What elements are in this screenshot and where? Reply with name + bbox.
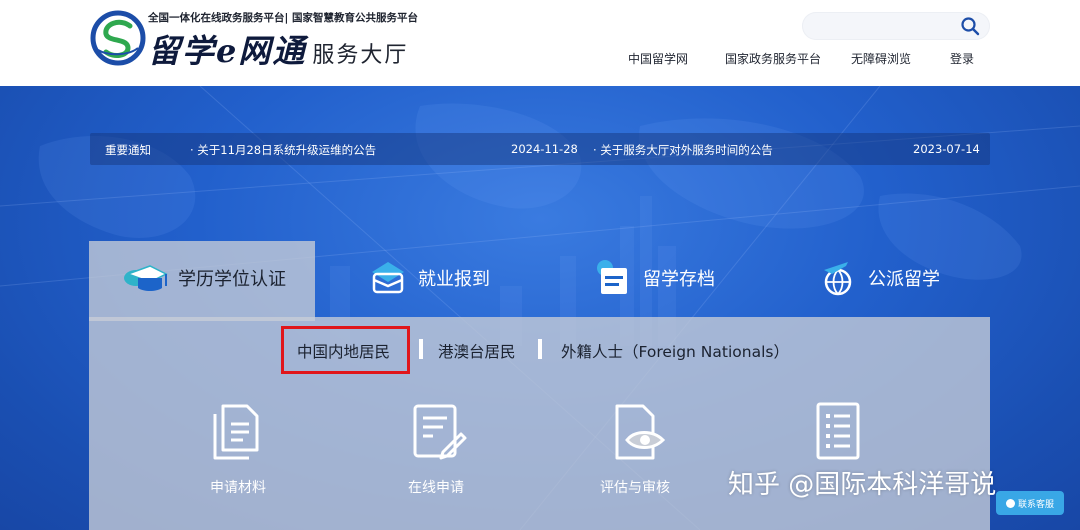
brand-name: 留学e网通 <box>148 32 307 70</box>
tab-employment-registration[interactable]: 就业报到 <box>368 258 490 298</box>
nav-accessibility[interactable]: 无障碍浏览 <box>851 50 911 67</box>
tab-label: 就业报到 <box>418 269 490 290</box>
airplane-globe-icon <box>824 262 852 296</box>
notice-link-service-time[interactable]: · 关于服务大厅对外服务时间的公告 <box>593 142 773 158</box>
checklist-icon[interactable] <box>812 400 864 462</box>
tab-label: 公派留学 <box>868 269 940 290</box>
notice-date: 2023-07-14 <box>913 142 980 156</box>
nav-china-study-abroad[interactable]: 中国留学网 <box>628 50 688 67</box>
logo-emblem-icon[interactable] <box>90 10 146 66</box>
customer-support-button[interactable]: 联系客服 <box>996 491 1064 515</box>
graduation-cap-icon <box>124 265 168 291</box>
online-form-icon[interactable] <box>407 400 469 462</box>
tab-label: 留学存档 <box>643 269 715 290</box>
service-label[interactable]: 申请材料 <box>210 477 266 497</box>
watermark-text: 知乎 @国际本科洋哥说 <box>728 470 997 500</box>
tab-government-sponsored[interactable]: 公派留学 <box>818 258 940 298</box>
notice-bar: 重要通知 · 关于11月28日系统升级运维的公告 2024-11-28 · 关于… <box>90 133 990 165</box>
briefcase-icon <box>372 262 404 294</box>
tab-label: 学历学位认证 <box>178 269 286 290</box>
site-logo[interactable]: 留学e网通 服务大厅 <box>148 26 408 72</box>
notice-label: 重要通知 <box>105 143 151 157</box>
chat-icon <box>1005 498 1015 508</box>
notice-link-upgrade[interactable]: · 关于11月28日系统升级运维的公告 <box>190 142 376 158</box>
service-label[interactable]: 在线申请 <box>408 477 464 497</box>
platform-subtitle: 全国一体化在线政务服务平台| 国家智慧教育公共服务平台 <box>148 12 418 24</box>
service-label[interactable]: 评估与审核 <box>600 477 670 497</box>
archive-folder-icon <box>597 260 627 294</box>
nav-gov-service-platform[interactable]: 国家政务服务平台 <box>725 50 821 67</box>
subtab-hk-macao-taiwan[interactable]: 港澳台居民 <box>438 340 516 362</box>
subtab-divider <box>419 339 423 359</box>
nav-login[interactable]: 登录 <box>950 50 974 67</box>
notice-date: 2024-11-28 <box>511 142 578 156</box>
documents-icon[interactable] <box>207 400 269 462</box>
tab-degree-certification[interactable]: 学历学位认证 <box>122 258 286 298</box>
support-label: 联系客服 <box>1017 499 1054 510</box>
highlight-annotation <box>281 326 410 374</box>
tab-study-abroad-archive[interactable]: 留学存档 <box>593 258 715 298</box>
search-icon[interactable] <box>960 16 980 36</box>
header: 全国一体化在线政务服务平台| 国家智慧教育公共服务平台 留学e网通 服务大厅 中国… <box>0 0 1080 86</box>
subtab-divider <box>538 339 542 359</box>
brand-hall: 服务大厅 <box>312 43 409 68</box>
subtab-foreign-nationals[interactable]: 外籍人士（Foreign Nationals） <box>561 340 789 362</box>
document-eye-icon[interactable] <box>607 400 669 462</box>
